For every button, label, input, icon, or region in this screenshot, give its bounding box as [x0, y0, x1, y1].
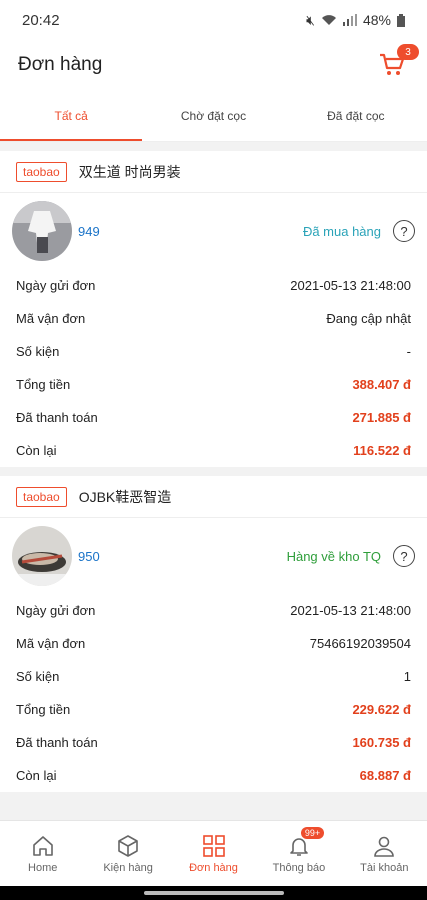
row-label: Còn lại [16, 443, 57, 458]
order-status: Đã mua hàng [302, 223, 381, 239]
tab-all[interactable]: Tất cả [0, 90, 143, 141]
wifi-icon [321, 15, 336, 25]
bottom-navigation: Home Kiện hàng Đơn hàng 99+ Thông báo Tà… [0, 820, 427, 886]
package-icon [118, 834, 138, 857]
row-label: Còn lại [16, 768, 57, 783]
detail-row: Còn lại 68.887 đ [0, 759, 427, 792]
gesture-bar[interactable] [0, 886, 427, 900]
detail-row: Còn lại 116.522 đ [0, 434, 427, 467]
tab-pending-deposit[interactable]: Chờ đặt cọc [142, 90, 284, 141]
detail-row: Tổng tiền 388.407 đ [0, 368, 427, 401]
product-thumbnail [12, 526, 72, 586]
order-card[interactable]: taobao OJBK鞋恶智造 950 Hàng về kho TQ ? Ngà… [0, 476, 427, 792]
detail-row: Ngày gửi đơn 2021-05-13 21:48:00 [0, 269, 427, 302]
row-label: Mã vận đơn [16, 311, 86, 326]
grid-icon [202, 834, 225, 857]
nav-home[interactable]: Home [0, 821, 85, 886]
notification-badge: 99+ [300, 827, 325, 839]
row-value: Đang cập nhật [326, 311, 411, 326]
help-icon[interactable]: ? [393, 545, 415, 567]
row-label: Số kiện [16, 669, 60, 684]
row-label: Mã vận đơn [16, 636, 86, 651]
nav-label: Tài khoản [360, 861, 409, 874]
home-icon [32, 835, 53, 856]
order-id-link[interactable]: 949 [78, 224, 303, 239]
row-value: 271.885 đ [352, 410, 411, 425]
row-value: 75466192039504 [309, 636, 411, 651]
detail-row: Mã vận đơn 75466192039504 [0, 627, 427, 660]
row-label: Tổng tiền [16, 377, 71, 392]
detail-row: Mã vận đơn Đang cập nhật [0, 302, 427, 335]
order-id-link[interactable]: 950 [78, 549, 287, 564]
app-header: Đơn hàng 3 [0, 40, 427, 90]
order-summary: 950 Hàng về kho TQ ? [0, 518, 427, 594]
nav-notifications[interactable]: 99+ Thông báo [256, 821, 341, 886]
row-label: Tổng tiền [16, 702, 71, 717]
detail-row: Số kiện - [0, 335, 427, 368]
row-label: Đã thanh toán [16, 410, 98, 425]
product-thumbnail [12, 201, 72, 261]
row-label: Số kiện [16, 344, 60, 359]
order-card[interactable]: taobao 双生道 时尚男装 949 Đã mua hàng ? Ngày g… [0, 151, 427, 467]
shop-header: taobao 双生道 时尚男装 [0, 151, 427, 193]
nav-label: Thông báo [272, 861, 326, 874]
detail-row: Tổng tiền 229.622 đ [0, 693, 427, 726]
row-value: - [406, 344, 411, 359]
user-icon [374, 836, 395, 857]
mute-icon: 🔇︎ [306, 11, 315, 28]
order-status: Hàng về kho TQ [286, 548, 381, 564]
shop-name: 双生道 时尚男装 [78, 163, 181, 180]
battery-icon [397, 13, 405, 27]
nav-label: Đơn hàng [189, 861, 238, 874]
battery-level: 48% [362, 12, 391, 28]
row-label: Ngày gửi đơn [16, 278, 96, 293]
row-label: Ngày gửi đơn [16, 603, 96, 618]
row-label: Đã thanh toán [16, 735, 98, 750]
row-value: 388.407 đ [352, 377, 411, 392]
detail-row: Số kiện 1 [0, 660, 427, 693]
help-icon[interactable]: ? [393, 220, 415, 242]
shop-name: OJBK鞋恶智造 [78, 488, 172, 505]
row-value: 1 [403, 669, 411, 684]
status-bar: 20:42 🔇︎ 48% [0, 0, 427, 40]
order-summary: 949 Đã mua hàng ? [0, 193, 427, 269]
source-badge: taobao [16, 486, 67, 507]
page-title: Đơn hàng [18, 54, 103, 75]
row-value: 160.735 đ [352, 735, 411, 750]
nav-label: Kiện hàng [103, 861, 153, 874]
tab-deposited[interactable]: Đã đặt cọc [285, 90, 427, 141]
cart-count-badge: 3 [397, 44, 419, 60]
source-badge: taobao [16, 161, 67, 182]
shop-header: taobao OJBK鞋恶智造 [0, 476, 427, 518]
cart-button[interactable]: 3 [375, 44, 419, 82]
row-value: 229.622 đ [352, 702, 411, 717]
nav-account[interactable]: Tài khoản [342, 821, 427, 886]
detail-row: Đã thanh toán 271.885 đ [0, 401, 427, 434]
order-tabs: Tất cả Chờ đặt cọc Đã đặt cọc [0, 90, 427, 142]
status-time: 20:42 [22, 11, 60, 29]
nav-orders[interactable]: Đơn hàng [171, 821, 256, 886]
nav-label: Home [28, 861, 58, 874]
row-value: 2021-05-13 21:48:00 [290, 603, 411, 618]
nav-packages[interactable]: Kiện hàng [85, 821, 170, 886]
detail-row: Ngày gửi đơn 2021-05-13 21:48:00 [0, 594, 427, 627]
detail-row: Đã thanh toán 160.735 đ [0, 726, 427, 759]
signal-icon [342, 14, 357, 26]
row-value: 2021-05-13 21:48:00 [290, 278, 411, 293]
row-value: 68.887 đ [359, 768, 411, 783]
row-value: 116.522 đ [353, 443, 411, 458]
